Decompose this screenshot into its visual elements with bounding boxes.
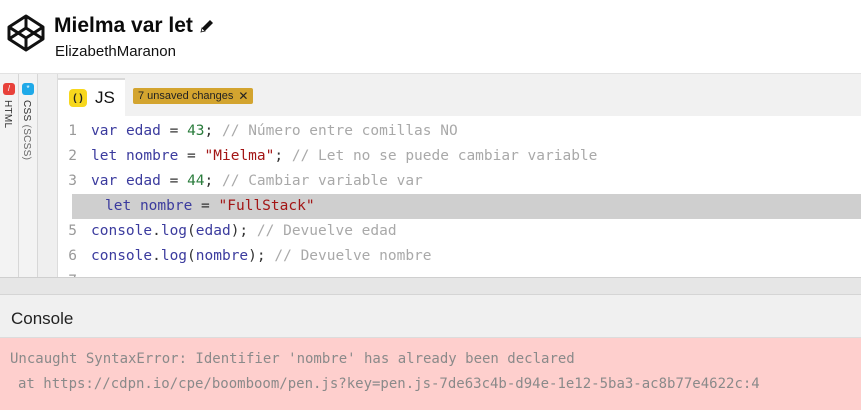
code-line[interactable]: 6 console.log(nombre); // Devuelve nombre (58, 244, 861, 269)
html-panel-label: HTML (2, 100, 13, 129)
js-badge-icon: ( ) (69, 89, 87, 107)
code-text[interactable]: var edad = 43; // Número entre comillas … (91, 119, 458, 144)
code-text[interactable]: let nombre = "FullStack" (72, 194, 315, 219)
code-line[interactable]: 2 let nombre = "Mielma"; // Let no se pue… (58, 144, 861, 169)
html-panel-collapsed[interactable]: / HTML (0, 74, 19, 277)
css-preprocessor-label: (SCSS) (21, 124, 32, 161)
line-number: 3 (68, 173, 77, 189)
line-number: 2 (68, 148, 77, 164)
line-number: 5 (68, 223, 77, 239)
console-error-location[interactable]: at https://cdpn.io/cpe/boomboom/pen.js?k… (18, 376, 760, 392)
css-badge-icon: * (22, 83, 34, 95)
pen-title[interactable]: Mielma var let (54, 14, 215, 38)
code-line-active[interactable]: let nombre = "FullStack" (72, 194, 861, 219)
css-panel-label: CSS (SCSS) (21, 100, 32, 160)
console-error-message: Uncaught SyntaxError: Identifier 'nombre… (10, 351, 575, 367)
codepen-logo-icon[interactable] (6, 13, 46, 53)
js-tab-label: JS (95, 88, 115, 107)
code-editor[interactable]: 1 var edad = 43; // Número entre comillas… (58, 116, 861, 277)
line-number: 1 (68, 123, 77, 139)
tab-js[interactable]: ( ) JS (58, 78, 125, 116)
panel-resize-gutter[interactable] (38, 74, 58, 277)
code-line[interactable]: 3 var edad = 44; // Cambiar variable var (58, 169, 861, 194)
code-line[interactable]: 7 (58, 269, 861, 277)
code-line[interactable]: 1 var edad = 43; // Número entre comillas… (58, 119, 861, 144)
code-text[interactable]: let nombre = "Mielma"; // Let no se pued… (91, 144, 597, 169)
close-icon[interactable]: ✕ (238, 88, 248, 104)
unsaved-changes-label: 7 unsaved changes (138, 90, 234, 102)
line-number: 7 (58, 269, 91, 277)
html-badge-icon: / (3, 83, 15, 95)
unsaved-changes-badge[interactable]: 7 unsaved changes ✕ (133, 88, 254, 104)
js-editor-header: ( ) JS 7 unsaved changes ✕ (58, 74, 861, 116)
console-resize-handle[interactable] (0, 277, 861, 295)
pencil-icon[interactable] (199, 18, 215, 34)
css-panel-collapsed[interactable]: * CSS (SCSS) (19, 74, 38, 277)
code-text[interactable]: console.log(edad); // Devuelve edad (91, 219, 397, 244)
console-title: Console (11, 309, 74, 328)
code-line[interactable]: 5 console.log(edad); // Devuelve edad (58, 219, 861, 244)
console-header: Console (0, 295, 861, 338)
code-text[interactable]: console.log(nombre); // Devuelve nombre (91, 244, 432, 269)
line-number: 6 (68, 248, 77, 264)
console-output: Uncaught SyntaxError: Identifier 'nombre… (0, 338, 861, 410)
author-name[interactable]: ElizabethMaranon (55, 43, 176, 60)
css-label: CSS (21, 100, 32, 122)
code-text[interactable]: var edad = 44; // Cambiar variable var (91, 169, 423, 194)
pen-header: Mielma var let ElizabethMaranon (0, 0, 861, 74)
pen-title-text[interactable]: Mielma var let (54, 14, 193, 38)
